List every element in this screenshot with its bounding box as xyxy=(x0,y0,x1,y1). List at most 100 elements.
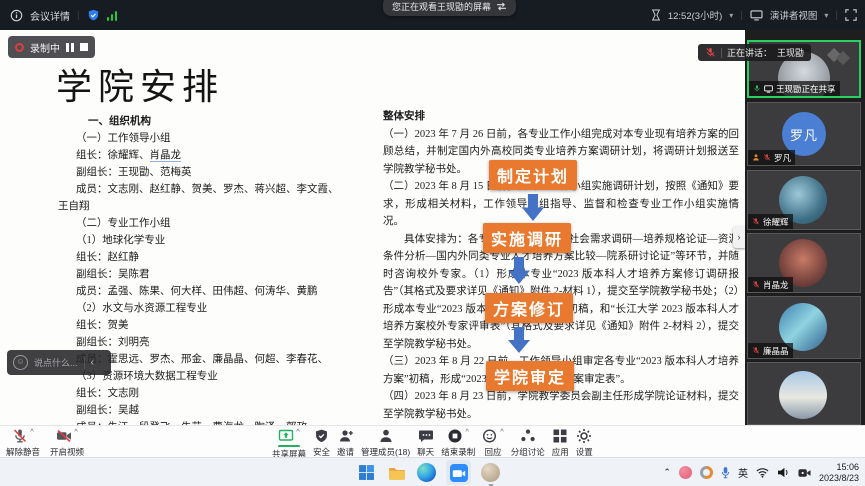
clock-time: 15:06 xyxy=(836,462,859,473)
flow-badge-revise: 方案修订 xyxy=(485,293,573,323)
chevron-up-icon[interactable]: ^ xyxy=(465,428,469,436)
fullscreen-icon[interactable] xyxy=(845,9,857,21)
meeting-app-icon xyxy=(450,464,468,482)
doc-line: 组长：贺美 xyxy=(58,317,342,334)
divider: | xyxy=(835,10,838,21)
avatar xyxy=(779,371,827,419)
video-tile-partial[interactable] xyxy=(747,362,861,425)
network-signal-icon[interactable] xyxy=(107,10,118,21)
chevron-up-icon[interactable]: ^ xyxy=(30,428,34,436)
shared-screen-document: 学院安排 一、组织机构 （一）工作领导小组 组长：徐耀辉、肖晶龙 副组长：王现勖… xyxy=(0,30,745,425)
video-tile-xiaojinglong[interactable]: 肖晶龙 xyxy=(747,233,861,293)
chat-icon xyxy=(418,428,434,444)
top-bar-right: 12:52(3小时) ▾ | 演讲者视图 ▾ | xyxy=(651,0,857,30)
security-button[interactable]: 安全 xyxy=(313,428,330,458)
chevron-up-icon[interactable]: ^ xyxy=(296,428,300,436)
tray-app-icon[interactable] xyxy=(679,466,692,479)
participant-name-tag: 王现勖正在共享 xyxy=(749,81,840,96)
settings-button[interactable]: 设置 xyxy=(576,428,593,458)
video-tile-luofan[interactable]: 罗凡 罗凡 xyxy=(747,102,861,166)
share-screen-button[interactable]: ^ 共享屏幕 xyxy=(272,428,306,460)
recording-status: 录制中 xyxy=(30,40,60,55)
collapse-chevron-icon[interactable]: ‹ xyxy=(91,357,94,368)
mic-muted-icon xyxy=(12,428,28,444)
stop-recording-button[interactable]: ^ 结束录制 xyxy=(441,428,475,458)
edge-icon xyxy=(417,463,436,482)
members-icon xyxy=(378,428,394,444)
start-video-button[interactable]: ^ 开启视频 xyxy=(50,428,84,458)
invite-button[interactable]: 邀请 xyxy=(337,428,354,458)
tray-expand-chevron[interactable]: ⌃ xyxy=(663,467,671,478)
taskbar-app-button[interactable] xyxy=(480,462,501,483)
breakout-rooms-button[interactable]: 分组讨论 xyxy=(511,428,545,458)
video-tile-lianjingjing[interactable]: 廉晶晶 xyxy=(747,296,861,359)
camera-icon[interactable] xyxy=(798,468,811,478)
sync-icon[interactable] xyxy=(700,466,713,479)
round-app-icon xyxy=(481,463,500,482)
manage-members-button[interactable]: 管理成员(18) xyxy=(361,428,410,458)
active-underline xyxy=(278,445,300,447)
info-icon[interactable] xyxy=(10,9,23,22)
unmute-button[interactable]: ^ 解除静音 xyxy=(6,428,40,458)
quick-chat-bar[interactable]: ☺ 说点什么... ‹ xyxy=(7,350,111,375)
doc-line: 成员：文志刚、赵红静、贺美、罗杰、蒋兴超、李文霞、王自翔 xyxy=(58,181,342,215)
video-tile-xuyaohui[interactable]: 徐耀辉 xyxy=(747,170,861,230)
taskbar-center-icons xyxy=(356,460,501,485)
meeting-details-link[interactable]: 会议详情 xyxy=(30,8,70,23)
document-left-column: 一、组织机构 （一）工作领导小组 组长：徐耀辉、肖晶龙 副组长：王现勖、范梅英 … xyxy=(58,113,342,425)
reaction-smiley-icon xyxy=(482,428,498,444)
participant-name-tag: 肖晶龙 xyxy=(748,277,793,292)
watching-screen-text: 您正在观看王现勖的屏幕 xyxy=(392,0,491,13)
doc-line: 组长：徐耀辉、肖晶龙 xyxy=(58,147,342,164)
speaker-icon[interactable] xyxy=(777,467,790,478)
mic-muted-icon xyxy=(752,280,760,289)
active-speaker-banner: 正在讲话： 王现勖 xyxy=(698,44,811,61)
divider: | xyxy=(77,10,80,21)
chevron-down-icon[interactable]: ▾ xyxy=(824,11,828,20)
doc-line: 副组长：王现勖、范梅英 xyxy=(58,164,342,181)
apps-button[interactable]: 应用 xyxy=(552,428,569,458)
participant-name: 罗凡 xyxy=(774,152,791,164)
view-mode-selector[interactable]: 演讲者视图 xyxy=(770,8,818,22)
chevron-down-icon[interactable]: ▾ xyxy=(729,11,733,20)
ime-language-indicator[interactable]: 英 xyxy=(738,465,748,480)
participant-name: 徐耀辉 xyxy=(763,216,789,228)
windows-taskbar: ⌃ 英 15:06 2023/8/23 xyxy=(0,457,865,486)
reactions-button[interactable]: ^ 回应 xyxy=(482,428,504,458)
shield-icon xyxy=(314,428,329,444)
participant-name: 廉晶晶 xyxy=(763,345,789,357)
pause-recording-button[interactable] xyxy=(66,43,74,52)
wifi-icon[interactable] xyxy=(756,467,769,478)
flow-badge-plan: 制定计划 xyxy=(489,160,577,190)
share-screen-icon xyxy=(278,428,294,444)
switch-screen-icon[interactable] xyxy=(496,2,507,11)
security-shield-icon[interactable] xyxy=(87,9,100,22)
clock-date: 2023/8/23 xyxy=(819,473,859,484)
person-badge-icon xyxy=(752,153,760,162)
taskbar-clock[interactable]: 15:06 2023/8/23 xyxy=(819,462,859,484)
folder-icon xyxy=(388,465,406,481)
meeting-app-button[interactable] xyxy=(446,460,471,485)
section-heading: 整体安排 xyxy=(383,108,739,126)
doc-line: 副组长：吴陈君 xyxy=(58,266,342,283)
chevron-up-icon[interactable]: ^ xyxy=(500,428,504,436)
sidebar-collapse-handle[interactable]: › xyxy=(733,226,745,248)
participant-name-tag: 廉晶晶 xyxy=(748,343,793,358)
flow-badge-survey: 实施调研 xyxy=(483,223,571,253)
document-title: 学院安排 xyxy=(56,58,224,110)
system-tray: ⌃ 英 15:06 2023/8/23 xyxy=(663,458,859,486)
start-button[interactable] xyxy=(356,462,377,483)
edge-browser-button[interactable] xyxy=(416,462,437,483)
windows-logo-icon xyxy=(358,464,375,481)
chat-button[interactable]: 聊天 xyxy=(417,428,434,458)
chat-input-placeholder[interactable]: 说点什么... xyxy=(34,356,78,369)
speaking-name: 王现勖 xyxy=(777,46,804,59)
chevron-up-icon[interactable]: ^ xyxy=(74,428,78,436)
divider: | xyxy=(740,10,743,21)
stop-recording-button[interactable] xyxy=(80,43,88,51)
tray-mic-icon[interactable] xyxy=(721,466,730,479)
file-explorer-button[interactable] xyxy=(386,462,407,483)
emoji-icon[interactable]: ☺ xyxy=(13,355,28,370)
breakout-group-icon xyxy=(520,428,536,444)
doc-line: 副组长：吴越 xyxy=(58,402,342,419)
